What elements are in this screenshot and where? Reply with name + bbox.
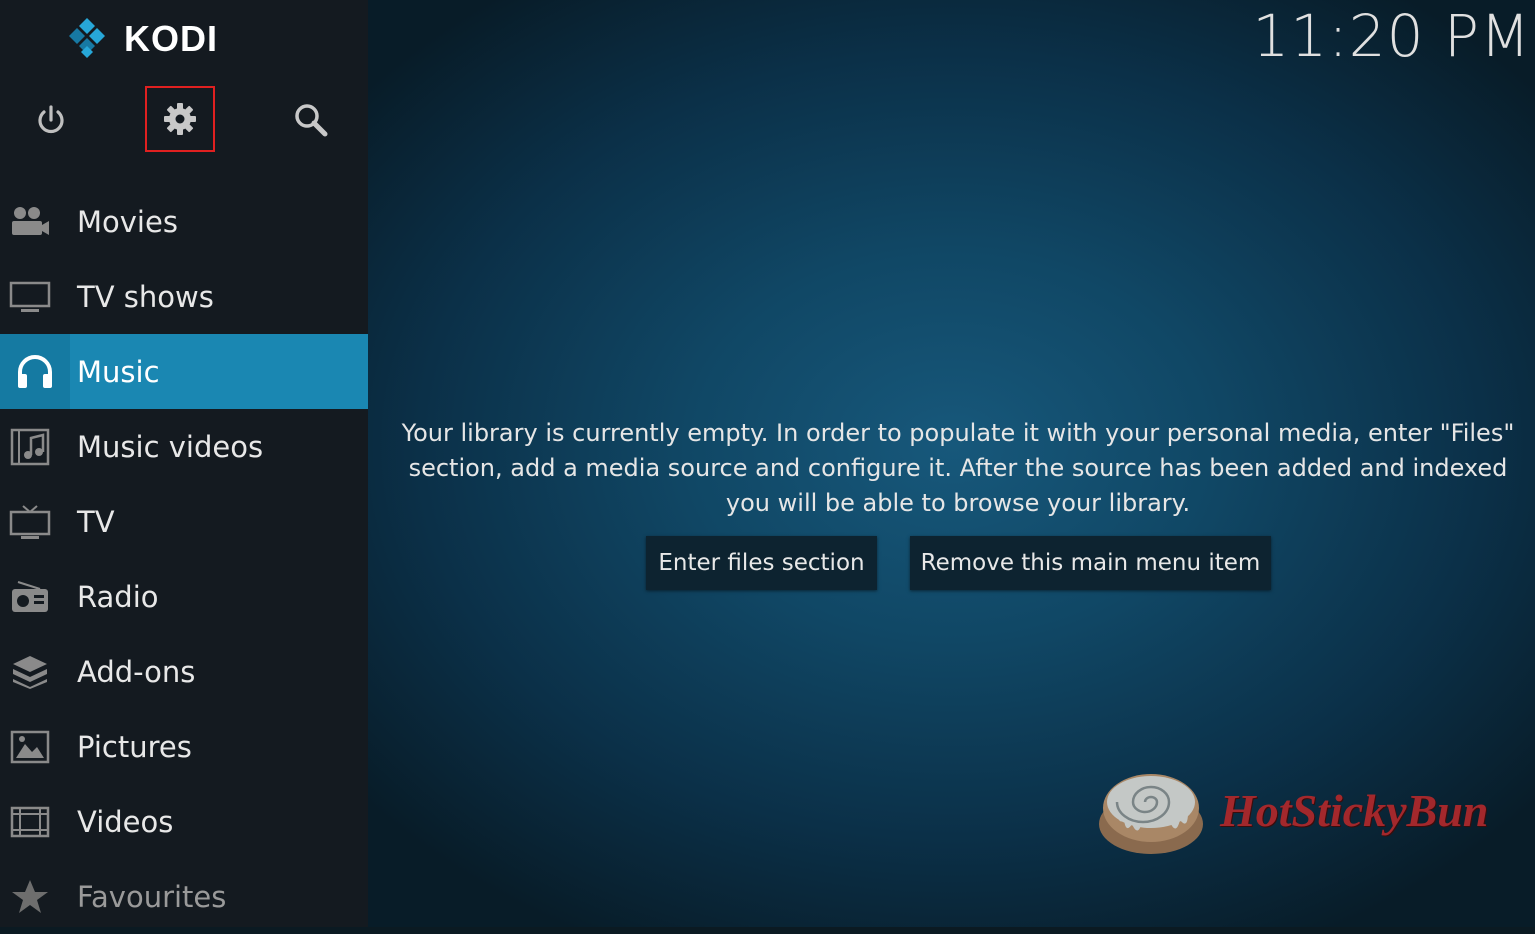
menu-item-tv[interactable]: TV (0, 484, 368, 559)
watermark-text: HotStickyBun (1220, 784, 1489, 836)
menu-item-pictures[interactable]: Pictures (0, 709, 368, 784)
menu-item-music-videos[interactable]: Music videos (0, 409, 368, 484)
menu-item-music[interactable]: Music (0, 334, 368, 409)
search-icon (295, 104, 328, 137)
menu-item-label: Videos (77, 804, 174, 839)
headphones-icon (0, 334, 70, 409)
watermark: HotStickyBun (1096, 764, 1488, 856)
empty-library-message: Your library is currently empty. In orde… (388, 416, 1528, 521)
message-line: you will be able to browse your library. (725, 489, 1191, 517)
app-name: KODI (124, 18, 218, 59)
menu-item-label: Add-ons (77, 654, 196, 689)
cinnamon-bun-icon (1099, 774, 1203, 854)
music-videos-icon (0, 409, 60, 484)
menu-item-label: Music (77, 354, 160, 389)
menu-item-tv-shows[interactable]: TV shows (0, 259, 368, 334)
menu-item-label: Favourites (77, 879, 227, 914)
search-button[interactable] (283, 92, 339, 148)
tv-shows-icon (0, 259, 60, 334)
videos-icon (0, 784, 60, 859)
kodi-logo-icon (69, 18, 105, 58)
tv-icon (0, 484, 60, 559)
sidebar: KODI Movies TV shows Music Music videos … (0, 0, 368, 927)
menu-item-label: TV shows (77, 279, 214, 314)
message-line: section, add a media source and configur… (408, 454, 1508, 482)
settings-button[interactable] (145, 86, 215, 152)
movies-icon (0, 184, 60, 259)
menu-item-label: Movies (77, 204, 178, 239)
power-button[interactable] (23, 92, 79, 148)
menu-item-label: Radio (77, 579, 159, 614)
star-icon (0, 859, 60, 934)
clock: 11:20 PM (1252, 2, 1531, 70)
menu-item-videos[interactable]: Videos (0, 784, 368, 859)
menu-item-label: Music videos (77, 429, 264, 464)
menu-item-radio[interactable]: Radio (0, 559, 368, 634)
menu-item-label: Pictures (77, 729, 192, 764)
menu-item-movies[interactable]: Movies (0, 184, 368, 259)
message-line: Your library is currently empty. In orde… (401, 419, 1515, 447)
radio-icon (0, 559, 60, 634)
power-icon (38, 105, 64, 134)
remove-menu-item-button[interactable]: Remove this main menu item (910, 536, 1271, 590)
main-menu: Movies TV shows Music Music videos TV Ra… (0, 184, 368, 934)
menu-item-favourites[interactable]: Favourites (0, 859, 368, 934)
addons-icon (0, 634, 60, 709)
menu-item-addons[interactable]: Add-ons (0, 634, 368, 709)
pictures-icon (0, 709, 60, 784)
enter-files-button[interactable]: Enter files section (646, 536, 877, 590)
gear-icon (164, 103, 196, 135)
menu-item-label: TV (77, 504, 115, 539)
kodi-logo: KODI (64, 16, 218, 62)
